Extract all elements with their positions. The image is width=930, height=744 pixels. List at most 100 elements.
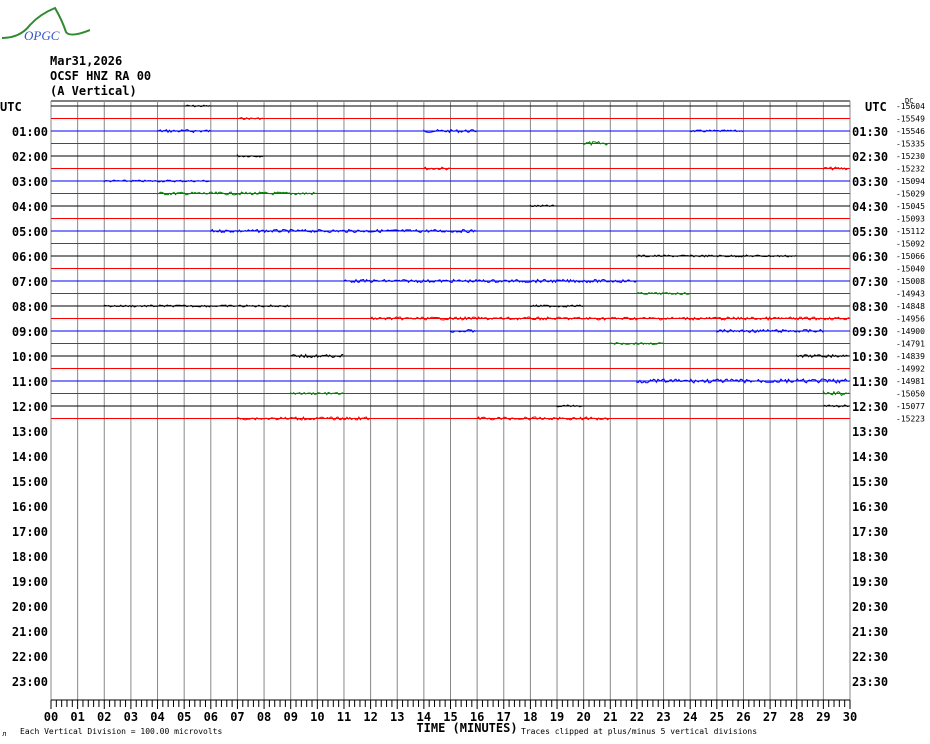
scale-note: Each Vertical Division = 100.00 microvol… bbox=[20, 727, 222, 736]
dc-offset-label: -15008 bbox=[896, 277, 925, 286]
dc-offset-label: -14943 bbox=[896, 290, 925, 299]
dc-offset-label: -15093 bbox=[896, 215, 925, 224]
right-hour-label: 05:30 bbox=[852, 225, 888, 239]
dc-offset-label: -15040 bbox=[896, 265, 925, 274]
x-tick-label: 05 bbox=[177, 710, 191, 724]
x-tick-label: 30 bbox=[843, 710, 857, 724]
left-hour-label: 20:00 bbox=[12, 600, 48, 614]
left-hour-label: 02:00 bbox=[12, 150, 48, 164]
x-tick-label: 24 bbox=[683, 710, 697, 724]
x-tick-label: 18 bbox=[523, 710, 537, 724]
dc-offset-label: -15029 bbox=[896, 190, 925, 199]
right-hour-label: 09:30 bbox=[852, 325, 888, 339]
x-tick-label: 11 bbox=[337, 710, 351, 724]
right-hour-label: 04:30 bbox=[852, 200, 888, 214]
left-hour-label: 18:00 bbox=[12, 550, 48, 564]
left-hour-label: 06:00 bbox=[12, 250, 48, 264]
left-hour-label: 01:00 bbox=[12, 125, 48, 139]
dc-offset-label: -14992 bbox=[896, 365, 925, 374]
dc-offset-label: -15223 bbox=[896, 415, 925, 424]
right-hour-label: 19:30 bbox=[852, 575, 888, 589]
x-tick-label: 10 bbox=[310, 710, 324, 724]
dc-offset-label: -15092 bbox=[896, 240, 925, 249]
x-tick-label: 07 bbox=[230, 710, 244, 724]
right-hour-label: 21:30 bbox=[852, 625, 888, 639]
left-hour-label: 07:00 bbox=[12, 275, 48, 289]
x-tick-label: 09 bbox=[283, 710, 297, 724]
left-hour-label: 03:00 bbox=[12, 175, 48, 189]
left-hour-label: 09:00 bbox=[12, 325, 48, 339]
right-hour-label: 03:30 bbox=[852, 175, 888, 189]
right-hour-label: 15:30 bbox=[852, 475, 888, 489]
left-hour-label: 04:00 bbox=[12, 200, 48, 214]
x-tick-label: 13 bbox=[390, 710, 404, 724]
x-axis-title: TIME (MINUTES) bbox=[416, 721, 517, 735]
dc-offset-label: -14981 bbox=[896, 377, 925, 386]
x-tick-label: 28 bbox=[790, 710, 804, 724]
right-hour-label: 13:30 bbox=[852, 425, 888, 439]
right-hour-label: 11:30 bbox=[852, 375, 888, 389]
right-utc-title: UTC bbox=[865, 100, 887, 114]
dc-offset-label: -15549 bbox=[896, 115, 925, 124]
x-tick-label: 29 bbox=[816, 710, 830, 724]
right-hour-label: 23:30 bbox=[852, 675, 888, 689]
x-tick-label: 22 bbox=[630, 710, 644, 724]
left-hour-label: 15:00 bbox=[12, 475, 48, 489]
trace-activity bbox=[236, 153, 264, 158]
corner-mark: л bbox=[2, 730, 6, 738]
right-hour-label: 16:30 bbox=[852, 500, 888, 514]
right-hour-label: 06:30 bbox=[852, 250, 888, 264]
left-hour-label: 19:00 bbox=[12, 575, 48, 589]
x-tick-label: 08 bbox=[257, 710, 271, 724]
helicorder-plot: 00 01 02 03 04 05 06 07 08 09 10 11 12 13 14 15 16 17 18 19… bbox=[0, 97, 925, 738]
right-hour-label: 18:30 bbox=[852, 550, 888, 564]
x-tick-label: 00 bbox=[44, 710, 58, 724]
dc-offset-label: -15066 bbox=[896, 252, 925, 261]
x-tick-label: 21 bbox=[603, 710, 617, 724]
dc-offset-label: -15604 bbox=[896, 102, 925, 111]
dc-offset-label: -15230 bbox=[896, 152, 925, 161]
dc-offset-label: -14900 bbox=[896, 327, 925, 336]
x-tick-label: 27 bbox=[763, 710, 777, 724]
left-hour-label: 17:00 bbox=[12, 525, 48, 539]
dc-offset-label: -15077 bbox=[896, 402, 925, 411]
left-hour-label: 10:00 bbox=[12, 350, 48, 364]
left-hour-label: 13:00 bbox=[12, 425, 48, 439]
dc-offset-label: -15112 bbox=[896, 227, 925, 236]
dc-offset-label: -15045 bbox=[896, 202, 925, 211]
right-hour-label: 12:30 bbox=[852, 400, 888, 414]
right-hour-label: 08:30 bbox=[852, 300, 888, 314]
left-hour-label: 05:00 bbox=[12, 225, 48, 239]
x-tick-label: 26 bbox=[736, 710, 750, 724]
left-hour-label: 23:00 bbox=[12, 675, 48, 689]
left-hour-label: 16:00 bbox=[12, 500, 48, 514]
left-utc-title: UTC bbox=[0, 100, 22, 114]
left-hour-label: 21:00 bbox=[12, 625, 48, 639]
x-tick-label: 01 bbox=[70, 710, 84, 724]
right-hour-label: 22:30 bbox=[852, 650, 888, 664]
right-hour-label: 10:30 bbox=[852, 350, 888, 364]
x-tick-label: 12 bbox=[363, 710, 377, 724]
right-hour-label: 20:30 bbox=[852, 600, 888, 614]
dc-offset-label: -14839 bbox=[896, 352, 925, 361]
left-hour-label: 12:00 bbox=[12, 400, 48, 414]
right-hour-label: 17:30 bbox=[852, 525, 888, 539]
dc-offset-label: -15546 bbox=[896, 127, 925, 136]
right-hour-label: 01:30 bbox=[852, 125, 888, 139]
right-hour-label: 07:30 bbox=[852, 275, 888, 289]
x-tick-label: 23 bbox=[656, 710, 670, 724]
x-tick-label: 20 bbox=[576, 710, 590, 724]
dc-offset-label: -15050 bbox=[896, 390, 925, 399]
x-tick-label: 19 bbox=[550, 710, 564, 724]
x-tick-label: 02 bbox=[97, 710, 111, 724]
dc-offset-label: -15335 bbox=[896, 140, 925, 149]
dc-offset-label: -14848 bbox=[896, 302, 925, 311]
dc-offset-label: -14791 bbox=[896, 340, 925, 349]
dc-offset-label: -14956 bbox=[896, 315, 925, 324]
left-hour-label: 08:00 bbox=[12, 300, 48, 314]
x-tick-label: 25 bbox=[710, 710, 724, 724]
right-hour-label: 14:30 bbox=[852, 450, 888, 464]
right-hour-label: 02:30 bbox=[852, 150, 888, 164]
x-tick-label: 03 bbox=[124, 710, 138, 724]
dc-offset-label: -15232 bbox=[896, 165, 925, 174]
